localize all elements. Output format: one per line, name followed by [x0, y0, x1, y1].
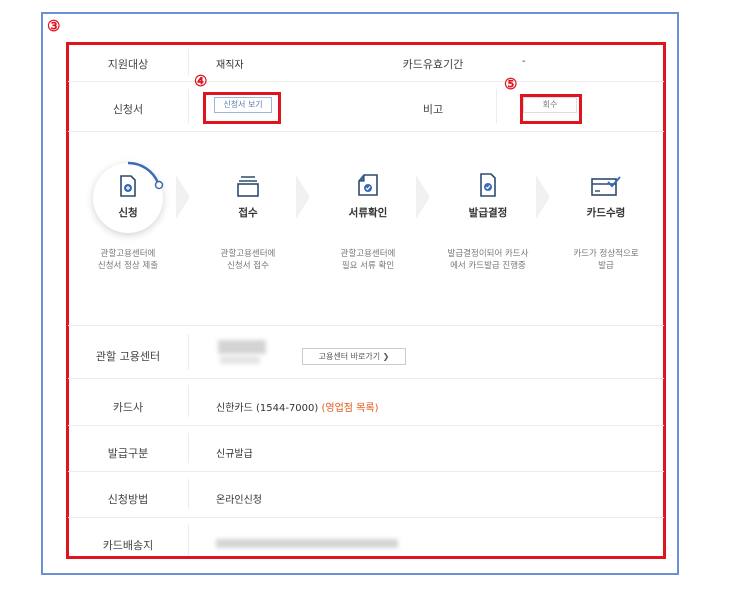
step-apply: 신청 관할고용센터에 신청서 정상 제출 [68, 133, 188, 313]
highlight-box-4 [203, 92, 281, 124]
divider [496, 89, 497, 123]
document-approved-icon [480, 173, 496, 197]
employment-center-label: 관할 고용센터 [95, 350, 161, 363]
document-upload-icon [120, 175, 136, 197]
card-company-value: 신한카드 (1544-7000) [216, 403, 319, 414]
step-desc-line1: 관할고용센터에 [220, 249, 276, 259]
step-desc-line1: 카드가 정상적으로 [573, 249, 639, 259]
row-delivery-address: 카드배송지 [68, 517, 664, 557]
apply-method-label: 신청방법 [107, 493, 149, 506]
progress-steps: 신청 관할고용센터에 신청서 정상 제출 접수 관할고용센터에 신청서 접수 서… [68, 133, 664, 313]
step-document-check: 서류확인 관할고용센터에 필요 서류 확인 [308, 133, 428, 313]
step-desc-line2: 신청서 접수 [227, 261, 269, 271]
step-card-received: 카드수령 카드가 정상적으로 발급 [548, 133, 664, 313]
issue-type-label: 발급구분 [107, 447, 149, 460]
delivery-address-label: 카드배송지 [102, 539, 154, 552]
divider [188, 525, 189, 555]
divider [188, 479, 189, 509]
card-validity-label: 카드유효기간 [402, 58, 464, 71]
card-company-row-value: 신한카드 (1544-7000) (영업점 목록) [216, 399, 378, 414]
divider [188, 49, 189, 75]
divider [188, 334, 189, 370]
row-card-company: 카드사 신한카드 (1544-7000) (영업점 목록) [68, 377, 664, 426]
step-name: 접수 [238, 207, 258, 219]
step-desc-line2: 발급 [598, 261, 614, 271]
marker-4: ④ [194, 72, 208, 90]
highlight-box-5 [520, 94, 582, 124]
step-desc-line1: 관할고용센터에 [100, 249, 156, 259]
divider [188, 385, 189, 417]
marker-5: ⑤ [504, 75, 518, 93]
document-check-icon [358, 174, 378, 196]
target-value: 재직자 [216, 60, 244, 71]
inbox-tray-icon [237, 176, 259, 197]
step-desc-line2: 필요 서류 확인 [341, 261, 395, 271]
step-name: 카드수령 [586, 207, 626, 219]
row-apply-method: 신청방법 온라인신청 [68, 471, 664, 518]
issue-type-value: 신규발급 [216, 449, 253, 460]
step-desc-line2: 신청서 정상 제출 [97, 261, 159, 271]
step-receipt: 접수 관할고용센터에 신청서 접수 [188, 133, 308, 313]
remarks-label: 비고 [422, 103, 444, 116]
card-validity-value: - [522, 56, 526, 67]
blurred-delivery-address [216, 539, 398, 548]
blurred-center-name [218, 340, 266, 354]
card-received-icon [591, 176, 621, 196]
row-target: 지원대상 재직자 카드유효기간 - [68, 43, 664, 82]
employment-center-shortcut-button[interactable]: 고용센터 바로가기 ❯ [302, 348, 406, 365]
step-desc-line2: 에서 카드발급 진행중 [450, 261, 526, 271]
divider [188, 433, 189, 463]
branch-list-link[interactable]: (영업점 목록) [321, 403, 378, 414]
blurred-center-name [220, 356, 260, 364]
application-label: 신청서 [112, 103, 144, 116]
step-desc-line1: 관할고용센터에 [340, 249, 396, 259]
target-label: 지원대상 [107, 58, 149, 71]
divider [188, 89, 189, 123]
marker-3: ③ [47, 17, 61, 35]
card-company-label: 카드사 [112, 401, 144, 414]
step-issue-decision: 발급결정 발급결정이되어 카드사 에서 카드발급 진행중 [428, 133, 548, 313]
apply-method-value: 온라인신청 [216, 495, 262, 506]
step-desc-line1: 발급결정이되어 카드사 [447, 249, 529, 259]
step-name: 신청 [118, 207, 138, 219]
row-issue-type: 발급구분 신규발급 [68, 425, 664, 472]
step-name: 서류확인 [348, 207, 388, 219]
row-employment-center: 관할 고용센터 고용센터 바로가기 ❯ [68, 325, 664, 379]
step-name: 발급결정 [468, 207, 508, 219]
